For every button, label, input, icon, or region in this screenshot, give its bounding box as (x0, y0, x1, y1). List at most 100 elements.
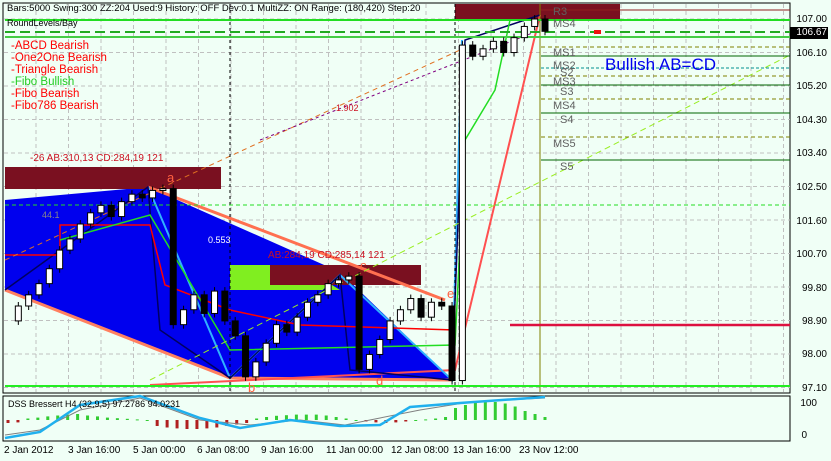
price-label: 107.00 (796, 14, 827, 25)
candle (324, 283, 332, 296)
candle (314, 294, 322, 303)
histogram-bar (324, 415, 328, 420)
price-label: 98.00 (801, 349, 827, 360)
candle (273, 324, 280, 344)
histogram-bar (165, 420, 169, 428)
candle (169, 188, 177, 326)
price-label: 99.80 (801, 283, 827, 294)
candle (221, 290, 229, 322)
pivot-label: S5 (560, 161, 574, 173)
histogram-bar (105, 417, 109, 420)
candle (107, 204, 115, 218)
candle (66, 238, 74, 251)
histogram-bar (483, 401, 487, 420)
candle (489, 40, 497, 50)
histogram-bar (175, 420, 179, 429)
time-label: 3 Jan 16:00 (68, 445, 121, 456)
price-label: 102.50 (796, 182, 827, 193)
histogram-bar (473, 402, 477, 420)
candle (293, 316, 301, 333)
histogram-bar (543, 417, 547, 420)
pattern-label: -26 AB:310,13 CD:284,19 121 (30, 153, 164, 164)
histogram-bar (76, 414, 80, 420)
candle (345, 275, 353, 281)
histogram-bar (334, 417, 338, 420)
histogram-bar (26, 418, 30, 420)
histogram-bar (463, 405, 467, 420)
bullish-abcd-label: Bullish AB=CD (605, 55, 717, 74)
candle (500, 40, 508, 54)
point-b: b (248, 380, 256, 395)
histogram-bar (374, 420, 378, 423)
candle (25, 294, 33, 307)
histogram-bar (454, 408, 457, 420)
zone-a (5, 167, 221, 189)
candle (448, 305, 456, 382)
pivot-label: MS5 (553, 138, 576, 150)
legend-item: -ABCD Bearish (11, 40, 89, 52)
pivot-label: MS4 (553, 18, 576, 30)
candle (334, 279, 342, 285)
pattern-legend: -ABCD Bearish -One2One Bearish -Triangle… (11, 40, 107, 112)
pattern-label: AB:284,19 CD:285,14 121 (268, 250, 385, 261)
pivot-label: S4 (560, 114, 574, 126)
histogram-bar (414, 420, 418, 421)
candle (211, 290, 219, 314)
histogram-bar (265, 417, 269, 420)
histogram-bar (434, 418, 438, 420)
candle (252, 361, 260, 378)
histogram-bar (523, 411, 527, 420)
candle (396, 309, 404, 322)
candle (479, 48, 487, 57)
legend-item: -Fibo Bearish (11, 88, 80, 100)
pivot-label: MS4 (553, 100, 576, 112)
candle (35, 283, 43, 296)
time-label: 13 Jan 16:00 (453, 445, 511, 456)
candle (458, 44, 466, 382)
candle (97, 204, 105, 214)
time-label: 5 Jan 00:00 (133, 445, 186, 456)
indicator-label: 0 (801, 430, 807, 441)
histogram-bar (255, 418, 259, 420)
time-label: 23 Nov 12:00 (519, 445, 579, 456)
candle (427, 301, 435, 318)
candle (190, 294, 198, 311)
indicator-label: 100 (800, 398, 817, 409)
histogram-bar (275, 415, 278, 420)
point-c: c (360, 258, 367, 273)
histogram-bar (115, 418, 119, 420)
histogram-bar (533, 414, 537, 420)
histogram-bar (314, 414, 318, 420)
candle (159, 188, 167, 191)
legend-item: -Fibo786 Bearish (11, 100, 99, 112)
candle (365, 353, 373, 370)
candle (407, 298, 415, 311)
histogram-bar (424, 419, 428, 421)
candle (417, 298, 425, 318)
histogram-bar (36, 417, 40, 420)
point-a: a (167, 170, 175, 185)
candle (118, 201, 126, 218)
point-d: d (376, 373, 384, 388)
pivot-label: R3 (553, 6, 568, 18)
candle (355, 275, 363, 370)
histogram-bar (394, 420, 398, 423)
candle (510, 37, 518, 54)
candle (386, 320, 394, 341)
candle (87, 212, 95, 225)
histogram-bar (493, 402, 497, 420)
price-label: 98.90 (801, 316, 827, 327)
price-label: 97.10 (801, 383, 827, 394)
histogram-bar (16, 420, 20, 423)
histogram-bar (155, 420, 159, 426)
price-label: 106.10 (796, 48, 827, 59)
candle (531, 18, 539, 27)
indicator-status: Bars:5000 Swing:300 ZZ:204 Used:9 Histor… (7, 3, 421, 14)
histogram-bar (46, 416, 50, 420)
time-label: 6 Jan 08:00 (197, 445, 250, 456)
histogram-bar (294, 414, 298, 420)
chart-window: Bars:5000 Swing:300 ZZ:204 Used:9 Histor… (0, 0, 831, 461)
candle (56, 249, 64, 270)
histogram-bar (344, 418, 348, 420)
candle (520, 25, 528, 39)
